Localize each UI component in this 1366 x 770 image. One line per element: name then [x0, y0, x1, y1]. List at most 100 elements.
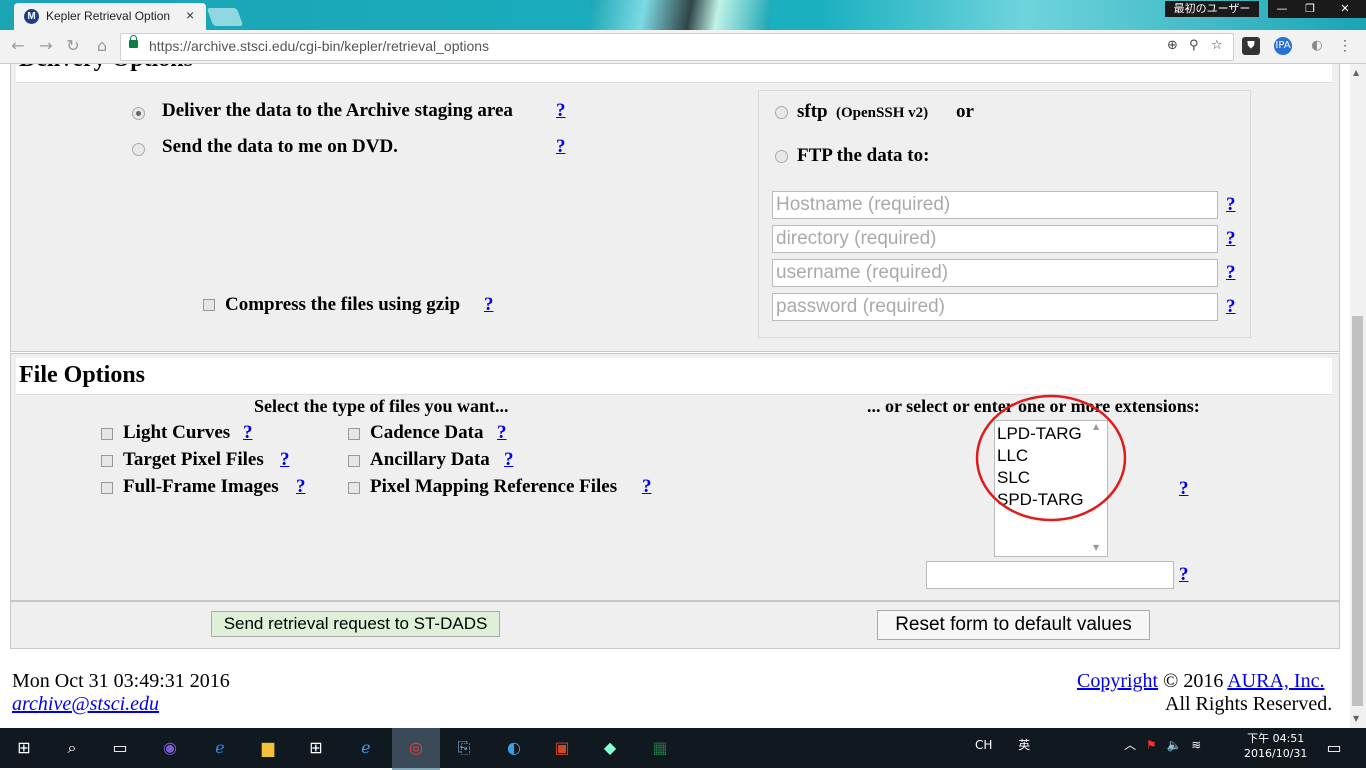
zoom-icon[interactable]: ⊕ — [1167, 38, 1178, 53]
help-link-directory[interactable]: ? — [1226, 228, 1236, 250]
pixel-mapping-label: Pixel Mapping Reference Files — [370, 476, 618, 497]
delivery-heading: Delivery Options — [19, 64, 193, 73]
lang-indicator[interactable]: CH — [975, 738, 992, 752]
checkbox-cadence[interactable] — [348, 428, 360, 440]
extension-shield-icon[interactable]: ⛊ — [1242, 37, 1260, 55]
checkbox-pixel-mapping[interactable] — [348, 482, 360, 494]
help-link-staging[interactable]: ? — [556, 100, 566, 122]
clock-date: 2016/10/31 — [1244, 747, 1308, 760]
maximize-button[interactable]: ❐ — [1296, 0, 1324, 18]
help-link-username[interactable]: ? — [1226, 262, 1236, 284]
extension-text-input[interactable] — [926, 561, 1174, 589]
compress-checkbox[interactable] — [203, 299, 215, 311]
profile-button[interactable]: 最初のユーザー — [1165, 1, 1259, 17]
help-link-compress[interactable]: ? — [484, 294, 494, 316]
help-link-light-curves[interactable]: ? — [243, 422, 253, 444]
footer-email-link[interactable]: archive@stsci.edu — [12, 693, 159, 716]
notification-icon[interactable]: ▭ — [1322, 736, 1346, 760]
back-icon[interactable]: ← — [8, 36, 28, 56]
checkbox-ffi[interactable] — [101, 482, 113, 494]
option-dvd-label: Send the data to me on DVD. — [162, 136, 398, 157]
help-link-pixel-mapping[interactable]: ? — [642, 476, 652, 498]
edge-icon[interactable]: ℯ — [208, 736, 232, 760]
pin-icon[interactable]: ⚲ — [1189, 38, 1199, 53]
home-icon[interactable]: ⌂ — [92, 36, 112, 56]
aura-link[interactable]: AURA, Inc. — [1227, 670, 1324, 692]
radio-dvd[interactable] — [132, 143, 145, 156]
username-input[interactable]: username (required) — [772, 259, 1218, 287]
radio-sftp[interactable] — [775, 106, 788, 119]
help-link-cadence[interactable]: ? — [497, 422, 507, 444]
hostname-input[interactable]: Hostname (required) — [772, 191, 1218, 219]
forward-icon[interactable]: → — [36, 36, 56, 56]
scroll-up-icon[interactable]: ▲ — [1353, 68, 1359, 77]
checkbox-target-pixel[interactable] — [101, 455, 113, 467]
minimize-button[interactable]: — — [1268, 0, 1296, 18]
new-tab-button[interactable] — [206, 8, 244, 26]
extension-ipa-icon[interactable]: IPA — [1274, 37, 1292, 55]
page-scrollbar[interactable]: ▲ ▼ — [1350, 64, 1366, 728]
ime-indicator[interactable]: 英 — [1018, 738, 1030, 752]
extension-dot-icon[interactable]: ◐ — [1308, 37, 1326, 55]
submit-retrieval-button[interactable]: Send retrieval request to ST-DADS — [211, 611, 500, 637]
radio-staging[interactable] — [132, 107, 145, 120]
wifi-icon[interactable]: ≋ — [1191, 738, 1201, 752]
help-link-target-pixel[interactable]: ? — [280, 449, 290, 471]
file-options-heading: File Options — [19, 362, 146, 388]
site-favicon-icon: M — [24, 9, 39, 24]
eclipse-icon[interactable]: ◉ — [158, 736, 182, 760]
file-explorer-icon[interactable]: ▆ — [256, 736, 280, 760]
checkbox-ancillary[interactable] — [348, 455, 360, 467]
ccleaner-icon[interactable]: ◐ — [502, 736, 526, 760]
browser-menu-icon[interactable]: ⋮ — [1338, 38, 1352, 55]
volume-icon[interactable]: 🔈 — [1167, 738, 1182, 752]
reset-form-button[interactable]: Reset form to default values — [877, 610, 1150, 640]
reload-icon[interactable]: ↻ — [63, 36, 83, 56]
copyright-link[interactable]: Copyright — [1077, 670, 1158, 692]
or-label: or — [956, 101, 974, 122]
radio-ftp[interactable] — [775, 150, 788, 163]
close-window-button[interactable]: ✕ — [1324, 0, 1366, 18]
search-icon[interactable]: ⌕ — [60, 736, 84, 760]
footer-copyright: Copyright © 2016 AURA, Inc. — [1077, 670, 1324, 693]
target-pixel-label: Target Pixel Files — [123, 449, 264, 470]
antivirus-icon[interactable]: ⚑ — [1146, 738, 1157, 752]
scroll-thumb[interactable] — [1352, 316, 1363, 706]
ftp-label: FTP the data to: — [797, 145, 930, 166]
tab-close-icon[interactable]: × — [186, 7, 194, 23]
powerpoint-icon[interactable]: ▣ — [550, 736, 574, 760]
sftp-label: sftp — [797, 101, 828, 122]
store-icon[interactable]: ⊞ — [304, 736, 328, 760]
system-tray: CH 英 ︿ ⚑ 🔈 ≋ — [975, 736, 1201, 753]
footer-date: Mon Oct 31 03:49:31 2016 — [12, 670, 230, 692]
notes-icon[interactable]: ◆ — [598, 736, 622, 760]
theme-artwork — [590, 0, 770, 30]
clock[interactable]: 下午 04:51 2016/10/31 — [1244, 731, 1307, 761]
lock-icon — [129, 35, 138, 48]
browser-tab[interactable]: M Kepler Retrieval Option × — [14, 3, 206, 30]
start-icon[interactable]: ⊞ — [12, 736, 36, 760]
help-link-dvd[interactable]: ? — [556, 136, 566, 158]
help-link-ffi[interactable]: ? — [296, 476, 306, 498]
help-link-extension-input[interactable]: ? — [1179, 564, 1189, 586]
directory-input[interactable]: directory (required) — [772, 225, 1218, 253]
network-app-icon[interactable]: ⎘ — [452, 736, 476, 760]
help-link-password[interactable]: ? — [1226, 296, 1236, 318]
url-text[interactable]: https://archive.stsci.edu/cgi-bin/kepler… — [149, 38, 489, 54]
password-input[interactable]: password (required) — [772, 293, 1218, 321]
bookmark-star-icon[interactable]: ☆ — [1211, 38, 1223, 53]
help-link-extensions[interactable]: ? — [1179, 478, 1189, 500]
chevron-up-icon[interactable]: ︿ — [1124, 738, 1136, 752]
page-viewport: Delivery Options Deliver the data to the… — [0, 64, 1350, 728]
task-view-icon[interactable]: ▭ — [108, 736, 132, 760]
excel-icon[interactable]: ▦ — [648, 736, 672, 760]
compress-label: Compress the files using gzip — [225, 294, 461, 315]
address-bar[interactable]: https://archive.stsci.edu/cgi-bin/kepler… — [120, 33, 1234, 61]
listbox-scroll-down-icon[interactable]: ▼ — [1093, 543, 1099, 552]
checkbox-light-curves[interactable] — [101, 428, 113, 440]
chrome-taskbar-button[interactable]: ◎ — [392, 728, 440, 770]
ie-icon[interactable]: ℯ — [354, 736, 378, 760]
help-link-ancillary[interactable]: ? — [504, 449, 514, 471]
scroll-down-icon[interactable]: ▼ — [1353, 714, 1359, 723]
help-link-hostname[interactable]: ? — [1226, 194, 1236, 216]
